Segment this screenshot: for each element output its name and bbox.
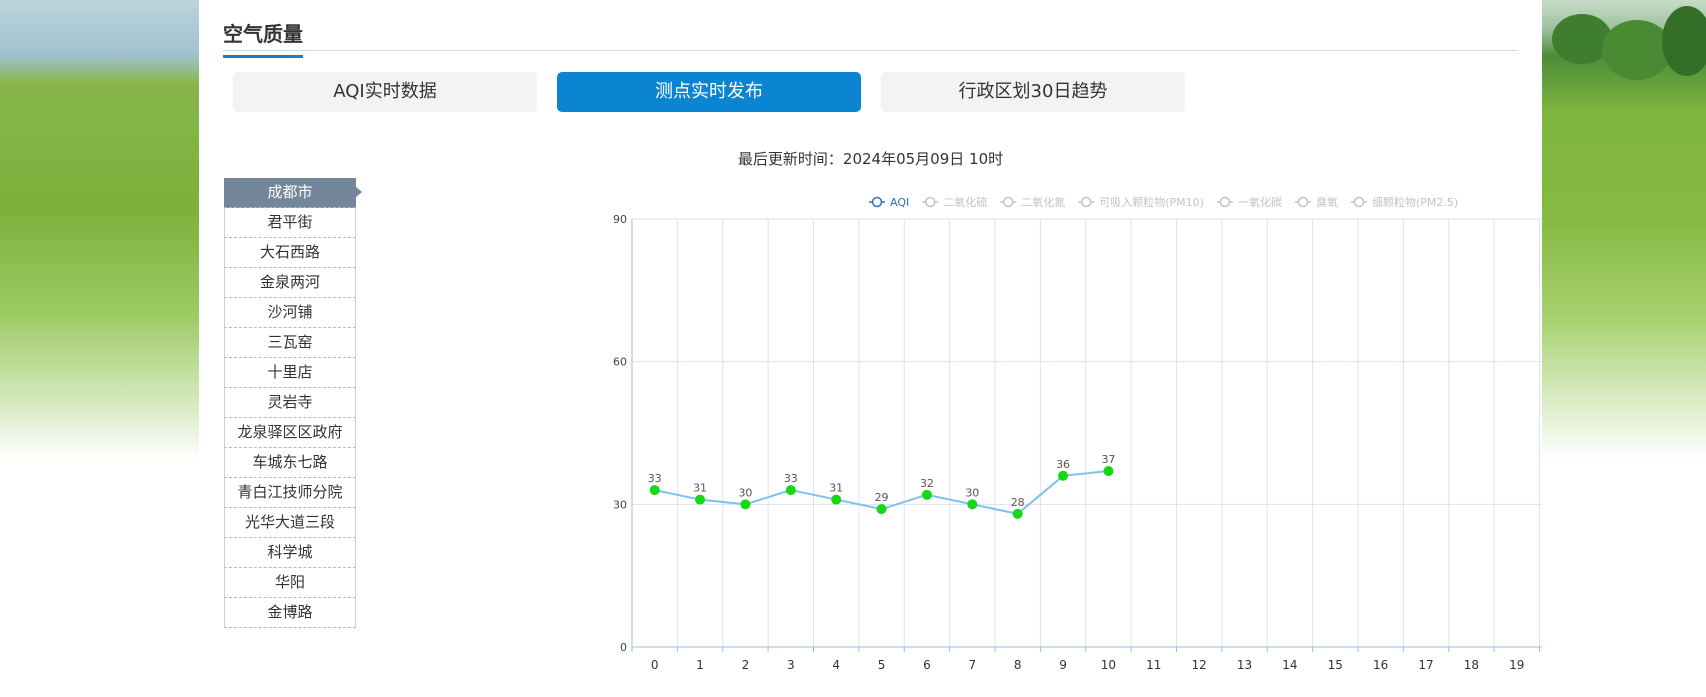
aqi-data-point — [921, 489, 932, 500]
aqi-data-label: 37 — [1101, 453, 1115, 466]
legend-item: 二氧化氮 — [1021, 195, 1065, 209]
y-tick-label: 60 — [613, 356, 627, 369]
y-tick-label: 0 — [620, 641, 627, 654]
station-item-dashixilu[interactable]: 大石西路 — [224, 238, 356, 268]
x-tick-label: 3 — [787, 658, 795, 672]
aqi-data-point — [967, 499, 978, 510]
x-tick-label: 4 — [832, 658, 840, 672]
station-item-longquanyi[interactable]: 龙泉驿区区政府 — [224, 418, 356, 448]
legend-marker — [1219, 196, 1231, 208]
aqi-data-point — [876, 504, 887, 515]
aqi-data-label: 31 — [693, 482, 707, 495]
legend-item: 臭氧 — [1316, 195, 1338, 209]
aqi-data-point — [1012, 508, 1023, 519]
legend-marker — [1002, 196, 1014, 208]
station-item-shilidian[interactable]: 十里店 — [224, 358, 356, 388]
background-left-scenery — [0, 0, 199, 697]
legend-item: 一氧化碳 — [1238, 195, 1282, 209]
legend-marker — [1080, 196, 1092, 208]
legend-item: 二氧化硫 — [943, 195, 987, 209]
station-item-lingyansi[interactable]: 灵岩寺 — [224, 388, 356, 418]
y-tick-label: 30 — [613, 498, 627, 511]
y-tick-label: 90 — [613, 213, 627, 226]
aqi-data-label: 30 — [738, 486, 752, 499]
aqi-data-label: 36 — [1056, 458, 1070, 471]
aqi-data-label: 32 — [920, 477, 934, 490]
station-item-jinquanlianghe[interactable]: 金泉两河 — [224, 268, 356, 298]
tab-station-realtime[interactable]: 测点实时发布 — [557, 72, 861, 112]
tree-decoration — [1662, 6, 1706, 76]
aqi-data-label: 33 — [784, 472, 798, 485]
aqi-data-label: 30 — [965, 486, 979, 499]
x-tick-label: 7 — [968, 658, 976, 672]
station-item-sanwayao[interactable]: 三瓦窑 — [224, 328, 356, 358]
station-item-kexuecheng[interactable]: 科学城 — [224, 538, 356, 568]
section-divider — [223, 50, 1518, 51]
last-update-value: 2024年05月09日 10时 — [842, 150, 1004, 168]
x-tick-label: 14 — [1282, 658, 1297, 672]
last-update: 最后更新时间：2024年05月09日 10时 — [199, 148, 1542, 169]
aqi-data-point — [740, 499, 751, 510]
x-tick-label: 2 — [742, 658, 750, 672]
tree-decoration — [1602, 20, 1672, 80]
x-tick-label: 8 — [1014, 658, 1022, 672]
legend-marker — [1297, 196, 1309, 208]
aqi-data-point — [831, 494, 842, 505]
x-tick-label: 18 — [1464, 658, 1479, 672]
aqi-data-point — [649, 485, 660, 496]
aqi-data-point — [1103, 466, 1114, 477]
x-tick-label: 11 — [1146, 658, 1161, 672]
tab-district-30day-trend[interactable]: 行政区划30日趋势 — [881, 72, 1185, 112]
content-panel: 空气质量 AQI实时数据 测点实时发布 行政区划30日趋势 最后更新时间：202… — [199, 0, 1706, 697]
last-update-label: 最后更新时间： — [737, 150, 843, 168]
station-list: 成都市 君平街 大石西路 金泉两河 沙河铺 三瓦窑 十里店 灵岩寺 龙泉驿区区政… — [224, 178, 362, 628]
aqi-data-point — [785, 485, 796, 496]
x-tick-label: 10 — [1101, 658, 1116, 672]
station-item-huayang[interactable]: 华阳 — [224, 568, 356, 598]
station-item-guanghuadadao[interactable]: 光华大道三段 — [224, 508, 356, 538]
aqi-data-label: 31 — [829, 482, 843, 495]
station-item-shahepu[interactable]: 沙河铺 — [224, 298, 356, 328]
x-tick-label: 12 — [1192, 658, 1207, 672]
station-item-chengdu[interactable]: 成都市 — [224, 178, 362, 208]
aqi-data-label: 29 — [875, 491, 889, 504]
background-right-scenery — [1542, 0, 1706, 697]
station-item-junpingjie[interactable]: 君平街 — [224, 208, 356, 238]
station-item-qingbaijiang[interactable]: 青白江技师分院 — [224, 478, 356, 508]
station-item-jinbolu[interactable]: 金博路 — [224, 598, 356, 628]
aqi-data-label: 33 — [648, 472, 662, 485]
aqi-data-point — [1058, 470, 1069, 481]
tab-aqi-realtime[interactable]: AQI实时数据 — [233, 72, 537, 112]
legend-item: AQI — [890, 196, 909, 209]
x-tick-label: 13 — [1237, 658, 1252, 672]
aqi-data-point — [695, 494, 706, 505]
x-tick-label: 5 — [878, 658, 886, 672]
aqi-data-label: 28 — [1011, 496, 1025, 509]
section-title: 空气质量 — [223, 18, 303, 58]
x-tick-label: 1 — [696, 658, 704, 672]
legend-item: 可吸入颗粒物(PM10) — [1099, 195, 1204, 209]
legend-marker — [1353, 196, 1365, 208]
legend-marker — [871, 196, 883, 208]
x-tick-label: 16 — [1373, 658, 1388, 672]
x-tick-label: 15 — [1328, 658, 1343, 672]
x-tick-label: 0 — [651, 658, 659, 672]
x-tick-label: 17 — [1418, 658, 1433, 672]
aqi-chart: 0306090012345678910111213141516171819202… — [399, 186, 1706, 686]
legend-marker — [924, 196, 936, 208]
x-tick-label: 9 — [1059, 658, 1067, 672]
x-tick-label: 19 — [1509, 658, 1524, 672]
x-tick-label: 6 — [923, 658, 931, 672]
station-item-chechengdongqilu[interactable]: 车城东七路 — [224, 448, 356, 478]
legend-item: 细颗粒物(PM2.5) — [1372, 195, 1458, 209]
aqi-chart-svg: 0306090012345678910111213141516171819202… — [613, 195, 1706, 672]
